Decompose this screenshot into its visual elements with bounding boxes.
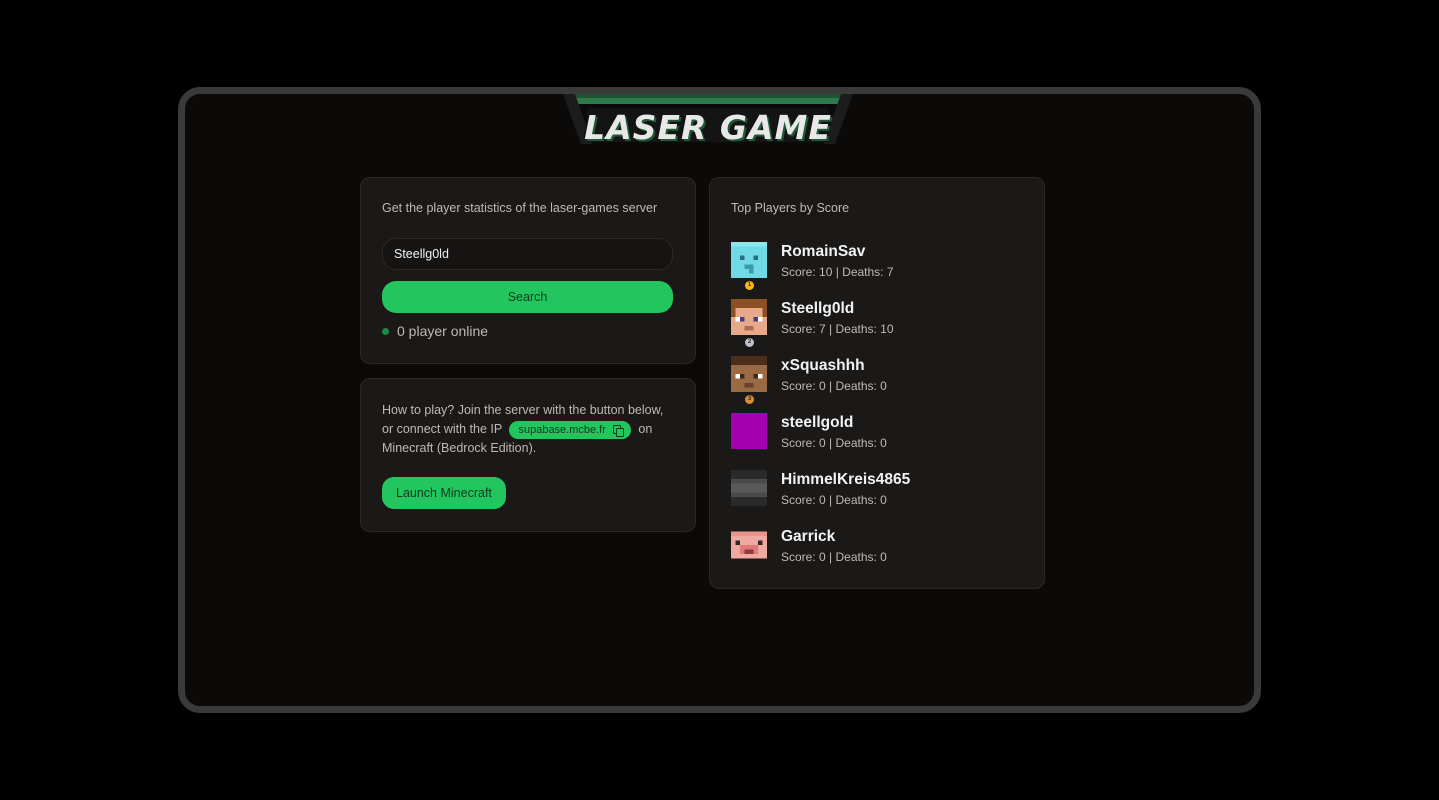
online-status: 0 player online — [382, 323, 488, 339]
player-search-input[interactable] — [382, 238, 673, 270]
logo-text: LASER GAME — [584, 108, 832, 147]
rank-badge: 1 — [745, 281, 754, 290]
pig-face-icon — [731, 527, 767, 563]
rank-badge: 3 — [745, 395, 754, 404]
steve-face-icon — [731, 299, 767, 335]
leaderboard-card: Top Players by Score 1 RomainSav Score: … — [709, 177, 1045, 589]
player-name: steellgold — [781, 414, 854, 431]
leaderboard-row[interactable]: 2 Steellg0ld Score: 7 | Deaths: 10 — [731, 299, 1031, 347]
app-window: LASER GAME Get the player statistics of … — [178, 87, 1261, 713]
how-to-play-card: How to play? Join the server with the bu… — [360, 378, 696, 532]
rank-badge: 2 — [745, 338, 754, 347]
search-card: Get the player statistics of the laser-g… — [360, 177, 696, 364]
leaderboard-title: Top Players by Score — [731, 201, 850, 215]
server-ip-copy-button[interactable]: supabase.mcbe.fr — [509, 421, 631, 439]
player-name: RomainSav — [781, 243, 866, 260]
leaderboard-row[interactable]: HimmelKreis4865 Score: 0 | Deaths: 0 — [731, 470, 1031, 518]
player-stats: Score: 0 | Deaths: 0 — [781, 379, 887, 393]
brown-face-icon — [731, 356, 767, 392]
leaderboard-row[interactable]: steellgold Score: 0 | Deaths: 0 — [731, 413, 1031, 461]
diamond-face-icon — [731, 242, 767, 278]
player-stats: Score: 10 | Deaths: 7 — [781, 265, 894, 279]
online-status-dot-icon — [382, 327, 389, 335]
search-description: Get the player statistics of the laser-g… — [382, 201, 658, 215]
search-button[interactable]: Search — [382, 281, 673, 313]
player-name: Garrick — [781, 528, 836, 545]
player-name: xSquashhh — [781, 357, 865, 374]
player-name: Steellg0ld — [781, 300, 855, 317]
player-stats: Score: 0 | Deaths: 0 — [781, 550, 887, 564]
player-stats: Score: 0 | Deaths: 0 — [781, 436, 887, 450]
leaderboard-row[interactable]: 3 xSquashhh Score: 0 | Deaths: 0 — [731, 356, 1031, 404]
purple-face-icon — [731, 413, 767, 449]
player-stats: Score: 0 | Deaths: 0 — [781, 493, 887, 507]
server-ip: supabase.mcbe.fr — [518, 424, 606, 436]
leaderboard-row[interactable]: 1 RomainSav Score: 10 | Deaths: 7 — [731, 242, 1031, 290]
launch-minecraft-button[interactable]: Launch Minecraft — [382, 477, 506, 509]
copy-icon — [612, 425, 624, 437]
gray-face-icon — [731, 470, 767, 506]
how-to-play-text: How to play? Join the server with the bu… — [382, 401, 677, 458]
player-name: HimmelKreis4865 — [781, 471, 911, 488]
player-stats: Score: 7 | Deaths: 10 — [781, 322, 894, 336]
leaderboard-row[interactable]: Garrick Score: 0 | Deaths: 0 — [731, 527, 1031, 575]
laser-game-logo: LASER GAME — [563, 94, 853, 147]
online-status-text: 0 player online — [397, 323, 489, 339]
